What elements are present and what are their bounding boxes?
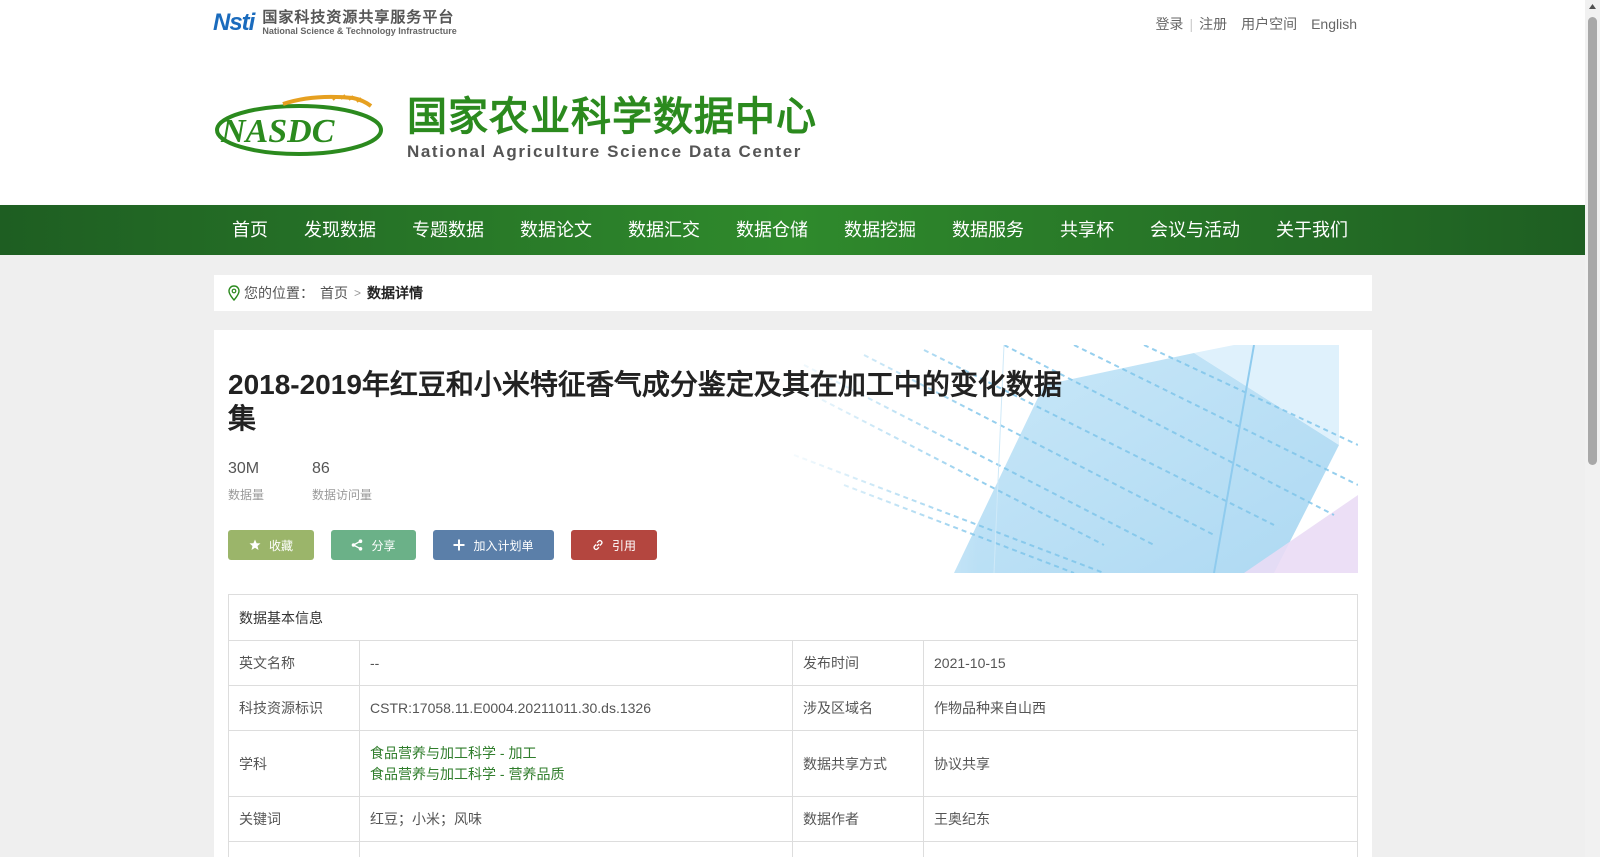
keywords-label: 关键词 [228, 796, 360, 842]
nav-item[interactable]: 会议与活动 [1132, 205, 1258, 255]
table-header-row: 数据基本信息 [228, 594, 1358, 641]
basic-info-table: 数据基本信息 英文名称 -- 发布时间 2021-10-15 科技资源标识 CS… [228, 594, 1358, 857]
cite-button[interactable]: 引用 [571, 530, 657, 560]
resource-id-value: CSTR:17058.11.E0004.20211011.30.ds.1326 [359, 685, 793, 731]
nav-item[interactable]: 关于我们 [1258, 205, 1366, 255]
nav-item[interactable]: 数据挖掘 [826, 205, 934, 255]
subject-link[interactable]: 食品营养与加工科学 - 营养品质 [370, 764, 782, 785]
share-icon [352, 539, 363, 551]
en-name-label: 英文名称 [228, 640, 360, 686]
breadcrumb-separator: > [354, 286, 362, 300]
table-heading: 数据基本信息 [228, 594, 1358, 641]
data-size-value: 30M [228, 460, 260, 477]
subject-label: 学科 [228, 730, 360, 797]
platform-topbar: Nsti 国家科技资源共享服务平台 National Science & Tec… [0, 0, 1585, 46]
visits-stat: 86 数据访问量 [312, 460, 372, 503]
site-title-en: National Agriculture Science Data Center [407, 142, 802, 161]
table-row: 科技资源标识 CSTR:17058.11.E0004.20211011.30.d… [228, 685, 1358, 731]
english-link[interactable]: English [1311, 16, 1357, 32]
publish-time-value: 2021-10-15 [923, 640, 1358, 686]
table-row: 学科 食品营养与加工科学 - 加工 食品营养与加工科学 - 营养品质 数据共享方… [228, 730, 1358, 797]
region-value: 作物品种来自山西 [923, 685, 1358, 731]
scroll-up-arrow-icon[interactable] [1585, 0, 1600, 15]
nav-item[interactable]: 共享杯 [1042, 205, 1132, 255]
nav-item[interactable]: 数据服务 [934, 205, 1042, 255]
login-link[interactable]: 登录 [1155, 14, 1183, 34]
favorite-button[interactable]: 收藏 [228, 530, 314, 560]
author-label: 数据作者 [792, 796, 924, 842]
breadcrumb-current: 数据详情 [367, 285, 424, 301]
star-icon [249, 539, 261, 550]
visits-value: 86 [312, 460, 330, 477]
dataset-title: 2018-2019年红豆和小米特征香气成分鉴定及其在加工中的变化数据集 [228, 369, 1062, 434]
breadcrumb-prefix: 您的位置： [244, 285, 314, 301]
subject-link[interactable]: 食品营养与加工科学 - 加工 [370, 743, 782, 764]
site-title-cn: 国家农业科学数据中心 [407, 95, 817, 139]
cite-label: 引用 [611, 538, 636, 553]
scrollbar-thumb[interactable] [1588, 17, 1597, 465]
share-mode-value: 协议共享 [923, 730, 1358, 797]
nsti-logo-mark: Nsti [213, 9, 255, 36]
nsti-logo-text: 国家科技资源共享服务平台 National Science & Technolo… [262, 10, 456, 36]
user-space-link[interactable]: 用户空间 [1241, 14, 1297, 34]
add-to-plan-label: 加入计划单 [473, 538, 534, 553]
share-label: 分享 [371, 538, 396, 553]
region-label: 涉及区域名 [792, 685, 924, 731]
dataset-detail-card: 2018-2019年红豆和小米特征香气成分鉴定及其在加工中的变化数据集 30M … [214, 330, 1372, 857]
share-mode-label: 数据共享方式 [792, 730, 924, 797]
platform-name-cn: 国家科技资源共享服务平台 [262, 9, 455, 26]
table-row: 关键词 红豆；小米；风味 数据作者 王奥纪东 [228, 796, 1358, 842]
location-pin-icon [228, 285, 240, 301]
breadcrumb-home-link[interactable]: 首页 [320, 283, 348, 303]
share-button[interactable]: 分享 [331, 530, 416, 560]
keywords-value: 红豆；小米；风味 [359, 796, 793, 842]
data-size-label: 数据量 [228, 488, 265, 502]
page-scrollbar[interactable] [1585, 0, 1600, 857]
resource-id-label: 科技资源标识 [228, 685, 360, 731]
nav-item[interactable]: 数据汇交 [610, 205, 718, 255]
link-divider: | [1189, 16, 1194, 32]
nav-item[interactable]: 数据论文 [502, 205, 610, 255]
user-links: 登录 | 注册 用户空间 English [1155, 14, 1357, 34]
visits-label: 数据访问量 [312, 488, 373, 502]
nsti-logo[interactable]: Nsti 国家科技资源共享服务平台 National Science & Tec… [213, 8, 457, 38]
register-link[interactable]: 注册 [1199, 14, 1227, 34]
add-to-plan-button[interactable]: 加入计划单 [433, 530, 554, 560]
link-icon [593, 539, 603, 551]
subject-values: 食品营养与加工科学 - 加工 食品营养与加工科学 - 营养品质 [359, 730, 793, 797]
en-name-value: -- [359, 640, 793, 686]
data-size-stat: 30M 数据量 [228, 460, 264, 503]
table-row [228, 841, 1358, 857]
nav-item[interactable]: 首页 [214, 205, 286, 255]
main-nav-list: 首页 发现数据 专题数据 数据论文 数据汇交 数据仓储 数据挖掘 数据服务 共享杯 会议与活动 关于… [214, 205, 1366, 255]
plus-icon [453, 539, 465, 551]
nasdc-logo-icon[interactable]: NASDC [213, 94, 385, 160]
favorite-label: 收藏 [268, 538, 293, 553]
main-nav: 首页 发现数据 专题数据 数据论文 数据汇交 数据仓储 数据挖掘 数据服务 共享杯 会议与活动 关于… [0, 205, 1585, 255]
nav-item[interactable]: 发现数据 [286, 205, 394, 255]
author-value: 王奥纪东 [923, 796, 1358, 842]
site-title: 国家农业科学数据中心 National Agriculture Science … [407, 94, 817, 162]
breadcrumb: 您的位置： 首页 > 数据详情 [214, 275, 1372, 311]
nav-item[interactable]: 数据仓储 [718, 205, 826, 255]
site-header: NASDC 国家农业科学数据中心 National Agriculture Sc… [0, 46, 1585, 205]
page-body: 您的位置： 首页 > 数据详情 2018-2019年红豆和小米特征香气成分鉴定及… [0, 255, 1585, 857]
publish-time-label: 发布时间 [792, 640, 924, 686]
platform-name-en: National Science & Technology Infrastruc… [262, 26, 457, 36]
nav-item[interactable]: 专题数据 [394, 205, 502, 255]
table-row: 英文名称 -- 发布时间 2021-10-15 [228, 640, 1358, 686]
nasdc-logo-text: NASDC [220, 113, 335, 150]
